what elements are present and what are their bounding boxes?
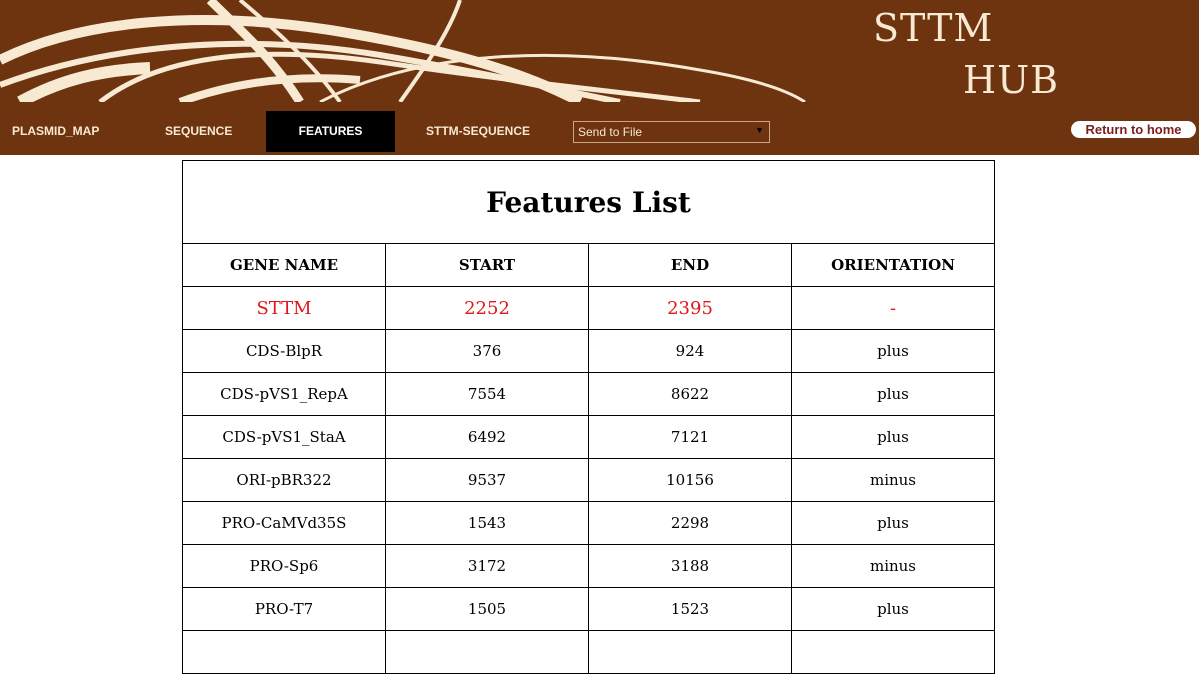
end-cell: 2395 [588,286,792,330]
decorative-swoosh [0,0,806,102]
orientation-cell: plus [791,587,995,631]
start-cell: 9537 [385,458,589,502]
end-cell: 7121 [588,415,792,459]
column-header-start: START [385,243,589,287]
orientation-cell: - [791,286,995,330]
orientation-cell: plus [791,415,995,459]
return-home-button[interactable]: Return to home [1071,121,1196,138]
table-row: CDS-pVS1_StaA 6492 7121 plus [182,415,995,459]
table-row: PRO-CaMVd35S 1543 2298 plus [182,501,995,545]
orientation-cell: minus [791,458,995,502]
send-to-select[interactable]: Send to File ▼ [573,121,770,143]
column-header-orientation: ORIENTATION [791,243,995,287]
gene-name-cell: STTM [182,286,386,330]
column-header-gene-name: GENE NAME [182,243,386,287]
features-table: Features List GENE NAME START END ORIENT… [182,160,995,674]
site-logo-line2: HUB [963,58,1060,102]
end-cell: 3188 [588,544,792,588]
start-cell: 7554 [385,372,589,416]
gene-name-cell: PRO-Sp6 [182,544,386,588]
end-cell: 8622 [588,372,792,416]
gene-name-cell: ORI-pBR322 [182,458,386,502]
header-banner: STTM HUB [0,0,1199,102]
gene-name-cell: CDS-pVS1_StaA [182,415,386,459]
table-row: PRO-Sp6 3172 3188 minus [182,544,995,588]
start-cell: 376 [385,329,589,373]
send-to-select-value: Send to File [578,125,643,139]
start-cell: 3172 [385,544,589,588]
start-cell: 1505 [385,587,589,631]
table-row: PRO-T7 1505 1523 plus [182,587,995,631]
tab-sequence[interactable]: SEQUENCE [165,111,232,152]
gene-name-cell: PRO-T7 [182,587,386,631]
tab-plasmid-map[interactable]: PLASMID_MAP [12,111,99,152]
orientation-cell: plus [791,329,995,373]
table-title: Features List [182,160,995,244]
gene-name-cell: CDS-pVS1_RepA [182,372,386,416]
end-cell: 10156 [588,458,792,502]
orientation-cell: plus [791,372,995,416]
end-cell: 1523 [588,587,792,631]
gene-name-cell: CDS-BlpR [182,329,386,373]
column-header-end: END [588,243,792,287]
tab-sttm-sequence[interactable]: STTM-SEQUENCE [426,111,530,152]
gene-name-cell: PRO-CaMVd35S [182,501,386,545]
chevron-down-icon: ▼ [755,125,764,135]
start-cell: 6492 [385,415,589,459]
start-cell: 2252 [385,286,589,330]
orientation-cell: plus [791,501,995,545]
end-cell: 2298 [588,501,792,545]
table-row: CDS-pVS1_RepA 7554 8622 plus [182,372,995,416]
table-header-row: GENE NAME START END ORIENTATION [182,243,995,287]
table-row: ORI-pBR322 9537 10156 minus [182,458,995,502]
site-logo-line1: STTM [873,6,994,50]
orientation-cell: minus [791,544,995,588]
start-cell: 1543 [385,501,589,545]
table-row-highlighted: STTM 2252 2395 - [182,286,995,330]
nav-bar: PLASMID_MAP SEQUENCE FEATURES STTM-SEQUE… [0,102,1199,155]
end-cell: 924 [588,329,792,373]
tab-features[interactable]: FEATURES [266,111,395,152]
table-row: CDS-BlpR 376 924 plus [182,329,995,373]
